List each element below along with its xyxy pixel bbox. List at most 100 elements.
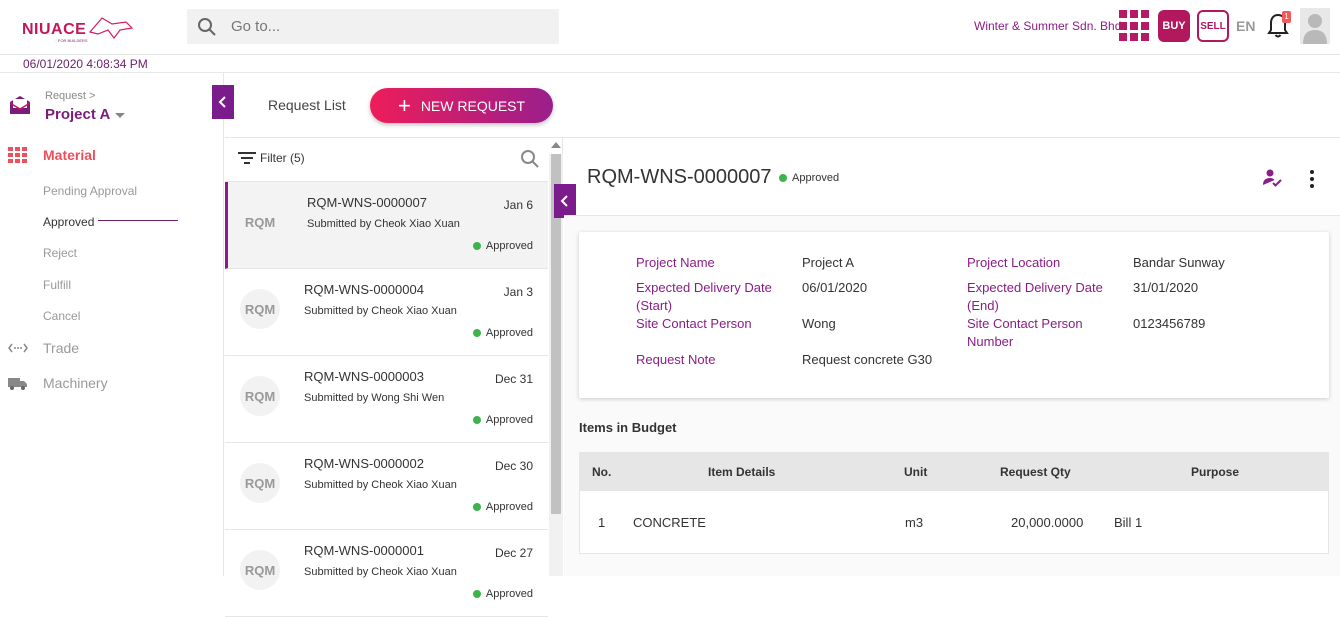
- notification-badge: 1: [1282, 11, 1291, 23]
- filter-button[interactable]: Filter (5): [260, 151, 305, 165]
- delivery-start-label: Expected Delivery Date (Start): [636, 279, 772, 315]
- nav-cancel[interactable]: Cancel: [43, 309, 80, 323]
- status-badge: Approved: [472, 414, 533, 426]
- status-dot-icon: [472, 416, 481, 424]
- new-request-button[interactable]: + NEW REQUEST: [370, 88, 553, 123]
- notification-bell[interactable]: 1: [1266, 11, 1291, 40]
- list-item[interactable]: RQM RQM-WNS-0000002 Submitted by Cheok X…: [225, 443, 548, 530]
- company-name[interactable]: Winter & Summer Sdn. Bhd.: [974, 19, 1125, 33]
- arrows-icon: [8, 343, 28, 353]
- top-bar: NIUACE FOR BUILDERS Winter & Summer Sdn.…: [0, 0, 1340, 55]
- status-text: Approved: [485, 327, 533, 339]
- envelope-icon: [9, 96, 31, 114]
- apps-grid-icon[interactable]: [1119, 10, 1151, 42]
- status-dot-icon: [472, 242, 481, 250]
- nav-machinery-label: Machinery: [43, 375, 108, 391]
- site-contact-number-label-line2: Number: [967, 334, 1014, 349]
- nav-reject[interactable]: Reject: [43, 246, 77, 260]
- plus-icon: +: [397, 92, 411, 118]
- nav-trade[interactable]: Trade: [8, 340, 79, 356]
- search-input[interactable]: [231, 9, 551, 44]
- svg-text:FOR BUILDERS: FOR BUILDERS: [58, 38, 88, 43]
- status-text: Approved: [485, 588, 533, 600]
- search-box[interactable]: [187, 9, 559, 44]
- status-text: Approved: [485, 501, 533, 513]
- svg-text:NIUACE: NIUACE: [22, 21, 86, 38]
- nav-machinery[interactable]: Machinery: [8, 375, 108, 391]
- chevron-left-icon: [560, 195, 568, 207]
- column-header: Request Qty: [1000, 465, 1071, 479]
- request-avatar: RQM: [240, 550, 280, 590]
- request-id: RQM-WNS-0000004: [304, 282, 424, 297]
- project-name-value: Project A: [802, 255, 855, 270]
- collapse-sidebar-button[interactable]: [212, 85, 234, 119]
- niuace-logo[interactable]: NIUACE FOR BUILDERS: [22, 12, 134, 44]
- request-date: Dec 31: [494, 372, 533, 386]
- delivery-start-label-line2: (Start): [636, 298, 673, 313]
- submitted-by: Submitted by Cheok Xiao Xuan: [304, 566, 457, 578]
- request-id: RQM-WNS-0000007: [307, 195, 427, 210]
- new-request-label: NEW REQUEST: [420, 97, 526, 114]
- submitted-by: Submitted by Wong Shi Wen: [304, 392, 445, 404]
- nav-pending-approval[interactable]: Pending Approval: [43, 184, 137, 198]
- cell-item: CONCRETE: [633, 515, 706, 530]
- project-name-label: Project Name: [636, 255, 715, 270]
- more-vert-icon[interactable]: [1305, 168, 1319, 190]
- sidebar: Request > Project A Material Pending App…: [0, 73, 234, 576]
- request-id: RQM-WNS-0000003: [304, 369, 424, 384]
- current-datetime: 06/01/2020 4:08:34 PM: [23, 57, 148, 71]
- request-date: Dec 27: [494, 546, 533, 560]
- sell-button[interactable]: SELL: [1197, 10, 1229, 42]
- column-header: Item Details: [708, 465, 776, 479]
- nav-approved[interactable]: Approved: [43, 215, 94, 229]
- column-header: No.: [592, 465, 612, 479]
- status-badge: Approved: [472, 240, 533, 252]
- site-contact-number-label: Site Contact Person Number: [967, 315, 1083, 351]
- cell-unit: m3: [905, 515, 924, 530]
- user-avatar[interactable]: [1300, 8, 1330, 44]
- list-item[interactable]: RQM RQM-WNS-0000007 Submitted by Cheok X…: [225, 182, 548, 269]
- request-date: Jan 6: [503, 198, 533, 212]
- person-check-icon[interactable]: [1262, 168, 1282, 188]
- delivery-start-value: 06/01/2020: [802, 280, 868, 295]
- search-icon[interactable]: [520, 149, 540, 169]
- delivery-end-label-line1: Expected Delivery Date: [967, 280, 1103, 295]
- chevron-down-icon[interactable]: [115, 113, 125, 118]
- list-item[interactable]: RQM RQM-WNS-0000003 Submitted by Wong Sh…: [225, 356, 548, 443]
- nav-trade-label: Trade: [43, 340, 80, 356]
- scroll-up-arrow[interactable]: [551, 142, 561, 148]
- delivery-start-label-line1: Expected Delivery Date: [636, 280, 772, 295]
- chevron-left-icon: [218, 96, 226, 108]
- status-badge: Approved: [472, 501, 533, 513]
- request-list-tab[interactable]: Request List: [268, 97, 346, 113]
- delivery-end-value: 31/01/2020: [1133, 280, 1199, 295]
- buy-button[interactable]: BUY: [1158, 10, 1190, 42]
- project-selector[interactable]: Project A: [45, 106, 110, 123]
- nav-material-label: Material: [43, 147, 96, 163]
- nav-material[interactable]: Material: [8, 147, 96, 163]
- status-dot-icon: [472, 503, 481, 511]
- submitted-by: Submitted by Cheok Xiao Xuan: [304, 479, 457, 491]
- request-note-label: Request Note: [636, 352, 716, 367]
- filter-icon[interactable]: [238, 151, 256, 165]
- budget-table: No. Item Details Unit Request Qty Purpos…: [579, 452, 1329, 554]
- request-id: RQM-WNS-0000001: [304, 543, 424, 558]
- request-note-value: Request concrete G30: [802, 352, 933, 367]
- breadcrumb[interactable]: Request >: [45, 90, 95, 102]
- status-dot-icon: [472, 329, 481, 337]
- request-date: Dec 30: [494, 459, 533, 473]
- site-contact-value: Wong: [802, 316, 836, 331]
- site-contact-label: Site Contact Person: [636, 316, 752, 331]
- grid-icon: [8, 147, 27, 163]
- cell-qty: 20,000.0000: [1011, 515, 1084, 530]
- language-switch[interactable]: EN: [1236, 18, 1255, 34]
- list-item[interactable]: RQM RQM-WNS-0000001 Submitted by Cheok X…: [225, 530, 548, 617]
- request-list: Filter (5) RQM RQM-WNS-0000007 Submitted…: [225, 138, 563, 617]
- request-avatar: RQM: [240, 289, 280, 329]
- list-item[interactable]: RQM RQM-WNS-0000004 Submitted by Cheok X…: [225, 269, 548, 356]
- site-contact-number-label-line1: Site Contact Person: [967, 316, 1083, 331]
- delivery-end-label-line2: (End): [967, 298, 999, 313]
- collapse-list-button[interactable]: [554, 184, 576, 218]
- request-avatar: RQM: [240, 376, 280, 416]
- nav-fulfill[interactable]: Fulfill: [43, 278, 71, 292]
